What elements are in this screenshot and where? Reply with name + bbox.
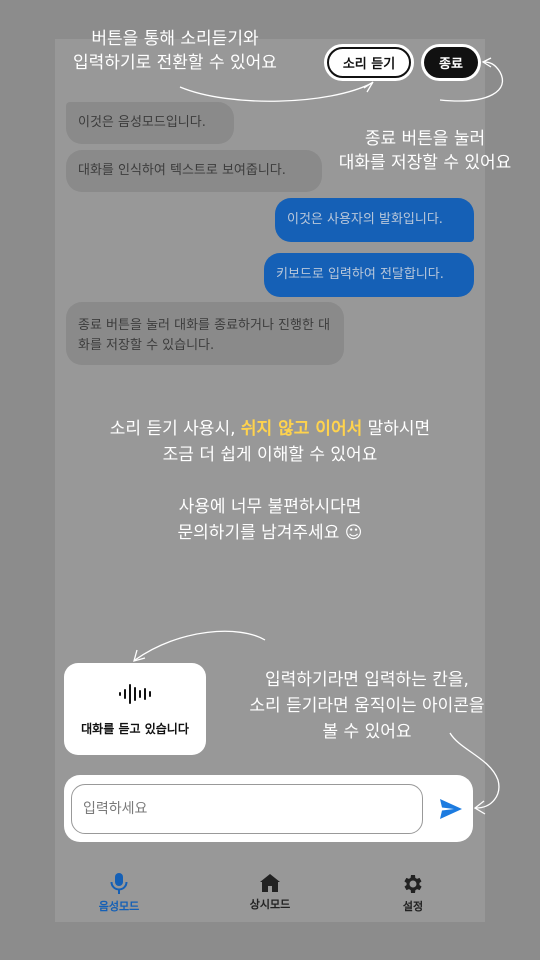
arrow-to-send [449,732,500,809]
arrow-to-listen-card [134,630,266,661]
arrow-to-listen-button [179,82,373,102]
tutorial-arrows [133,57,504,815]
arrow-to-end-button [439,61,504,102]
